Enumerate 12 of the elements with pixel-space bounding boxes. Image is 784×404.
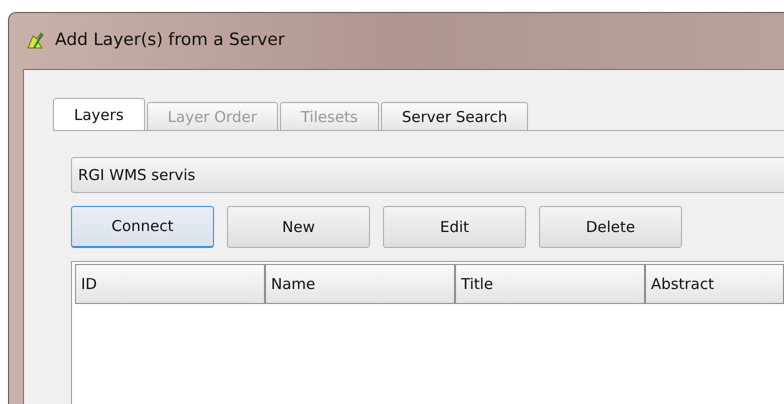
column-header[interactable]: Title (455, 264, 645, 304)
tab[interactable]: Layers (53, 98, 145, 130)
tab[interactable]: Server Search (380, 102, 528, 130)
column-header[interactable]: ID (75, 264, 265, 304)
column-header[interactable]: Abstract (645, 264, 784, 304)
connection-dropdown[interactable]: RGI WMS servis (71, 157, 784, 193)
column-header[interactable]: Name (265, 264, 455, 304)
action-button[interactable]: Edit (383, 206, 526, 248)
action-button[interactable]: New (227, 206, 370, 248)
action-button[interactable]: Connect (71, 206, 214, 248)
window-title: Add Layer(s) from a Server (55, 29, 285, 52)
action-button[interactable]: Delete (539, 206, 682, 248)
